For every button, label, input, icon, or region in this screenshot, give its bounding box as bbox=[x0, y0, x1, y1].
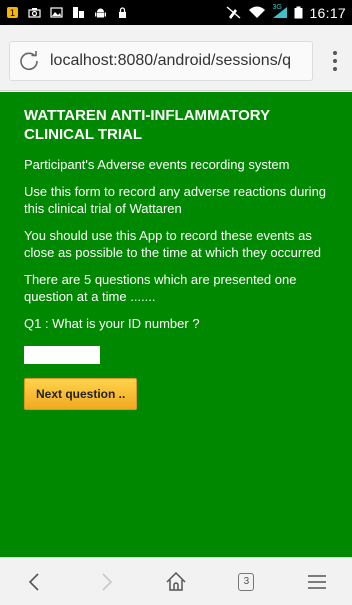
battery-icon bbox=[294, 6, 303, 19]
back-arrow-icon bbox=[29, 572, 39, 591]
page-content: WATTAREN ANTI-INFLAMMATORY CLINICAL TRIA… bbox=[0, 92, 352, 557]
url-text[interactable]: localhost:8080/android/sessions/q bbox=[50, 52, 291, 70]
reload-icon[interactable] bbox=[18, 50, 40, 72]
id-number-input[interactable] bbox=[24, 346, 100, 364]
questions-info-text: There are 5 questions which are presente… bbox=[24, 272, 297, 304]
instruction-text: Use this form to record any adverse reac… bbox=[24, 184, 327, 216]
timing-text: You should use this App to record these … bbox=[24, 228, 321, 260]
page-title: WATTAREN ANTI-INFLAMMATORY CLINICAL TRIA… bbox=[24, 107, 270, 143]
next-question-button[interactable]: Next question .. bbox=[24, 378, 138, 410]
browser-toolbar: localhost:8080/android/sessions/q bbox=[0, 25, 352, 91]
network-type-label: 3G bbox=[272, 4, 282, 11]
home-icon bbox=[166, 571, 186, 591]
browser-bottom-nav: 3 bbox=[0, 557, 352, 605]
device-screen: 1 3G 16:17 localhost:8080/android/sessio… bbox=[0, 0, 352, 605]
svg-text:1: 1 bbox=[10, 9, 16, 19]
app-icon bbox=[72, 6, 85, 19]
forward-arrow-icon bbox=[102, 572, 112, 591]
status-time: 16:17 bbox=[309, 4, 346, 21]
wifi-icon bbox=[248, 6, 266, 19]
back-button[interactable] bbox=[15, 562, 55, 602]
subtitle-text: Participant's Adverse events recording s… bbox=[24, 157, 290, 172]
tab-count-badge: 3 bbox=[238, 572, 255, 591]
lock-icon bbox=[116, 6, 129, 19]
forward-button[interactable] bbox=[86, 562, 126, 602]
android-icon bbox=[94, 6, 107, 19]
tabs-button[interactable]: 3 bbox=[226, 562, 266, 602]
menu-button[interactable] bbox=[297, 562, 337, 602]
gallery-icon bbox=[50, 6, 63, 19]
camera-icon bbox=[28, 6, 41, 19]
home-button[interactable] bbox=[156, 562, 196, 602]
status-bar: 1 3G 16:17 bbox=[0, 0, 352, 25]
mute-icon bbox=[226, 6, 242, 19]
signal-icon: 3G bbox=[272, 4, 288, 19]
notification-icon: 1 bbox=[6, 6, 19, 19]
question-label: Q1 : What is your ID number ? bbox=[24, 316, 200, 331]
status-left-icons: 1 bbox=[6, 6, 129, 19]
overflow-menu-icon[interactable] bbox=[332, 50, 338, 72]
url-bar[interactable]: localhost:8080/android/sessions/q bbox=[9, 41, 313, 81]
hamburger-menu-icon bbox=[307, 574, 326, 589]
status-right-icons: 3G 16:17 bbox=[226, 4, 346, 21]
